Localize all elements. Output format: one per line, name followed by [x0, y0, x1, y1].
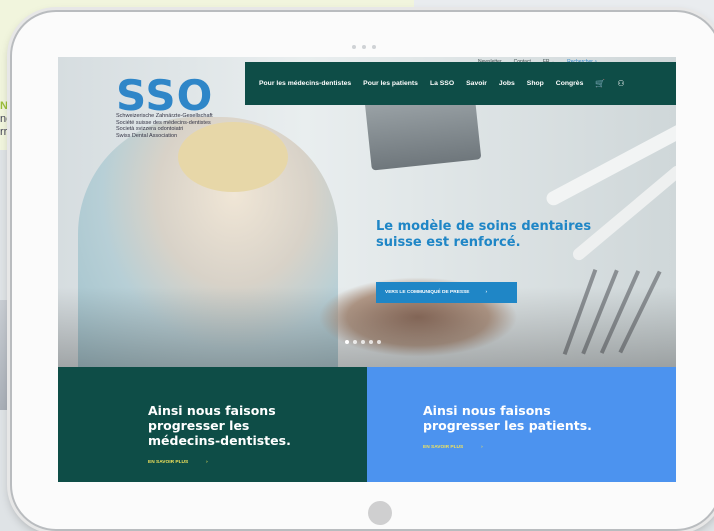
tagline-line: Schweizerische Zahnärzte-Gesellschaft: [116, 113, 213, 119]
learn-more-link[interactable]: EN SAVOIR PLUS ›: [423, 445, 676, 450]
learn-more-label: EN SAVOIR PLUS: [148, 460, 189, 465]
nav-item-la-sso[interactable]: La SSO: [430, 80, 454, 87]
logo-tagline: Schweizerische Zahnärzte-Gesellschaft So…: [116, 113, 213, 139]
nav-item-savoir[interactable]: Savoir: [466, 80, 487, 87]
panel-patients-title: Ainsi nous faisons progresser les patien…: [423, 403, 592, 433]
chevron-right-icon: ›: [481, 445, 483, 450]
nav-item-dentists[interactable]: Pour les médecins-dentistes: [259, 80, 351, 87]
press-release-label: VERS LE COMMUNIQUÉ DE PRESSE: [385, 290, 470, 295]
user-icon[interactable]: ⚇: [617, 79, 624, 88]
carousel-dot[interactable]: [345, 340, 349, 344]
panel-dentists-title: Ainsi nous faisons progresser les médeci…: [148, 403, 291, 448]
nav-item-jobs[interactable]: Jobs: [499, 80, 515, 87]
carousel-dot[interactable]: [377, 340, 381, 344]
carousel-dot[interactable]: [361, 340, 365, 344]
nav-item-congres[interactable]: Congrès: [556, 80, 584, 87]
learn-more-label: EN SAVOIR PLUS: [423, 445, 464, 450]
nav-item-patients[interactable]: Pour les patients: [363, 80, 418, 87]
hero-shade: [58, 287, 676, 367]
tagline-line: Swiss Dental Association: [116, 132, 178, 139]
learn-more-link[interactable]: EN SAVOIR PLUS ›: [148, 460, 367, 465]
home-button[interactable]: [368, 501, 392, 525]
nav-item-shop[interactable]: Shop: [527, 80, 544, 87]
tablet-screen: Le modèle de soins dentaires suisse est …: [58, 57, 676, 482]
panel-dentists[interactable]: Ainsi nous faisons progresser les médeci…: [58, 367, 367, 482]
camera-dots: [352, 45, 376, 49]
carousel-dot[interactable]: [369, 340, 373, 344]
carousel-indicators[interactable]: [345, 340, 381, 344]
cart-icon[interactable]: 🛒: [595, 79, 605, 88]
press-release-button[interactable]: VERS LE COMMUNIQUÉ DE PRESSE ›: [376, 282, 517, 303]
main-navigation: Pour les médecins-dentistes Pour les pat…: [245, 62, 676, 105]
hero-headline: Le modèle de soins dentaires suisse est …: [376, 219, 592, 250]
panel-patients[interactable]: Ainsi nous faisons progresser les patien…: [367, 367, 676, 482]
chevron-right-icon: ›: [206, 460, 208, 465]
carousel-dot[interactable]: [353, 340, 357, 344]
chevron-right-icon: ›: [485, 290, 488, 295]
